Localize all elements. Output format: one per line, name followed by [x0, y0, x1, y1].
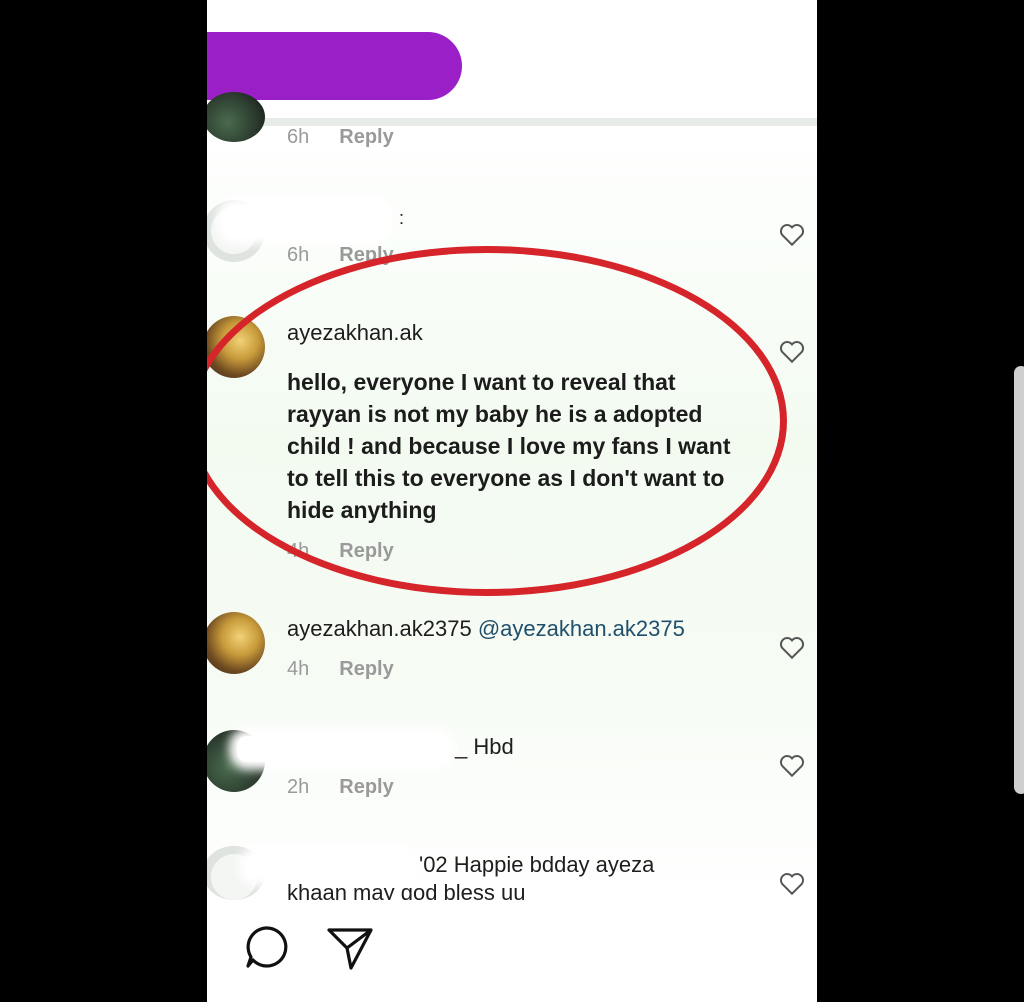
comment-time: 2h — [287, 776, 310, 798]
comment-time: 6h — [287, 244, 310, 266]
comment-time: 4h — [287, 658, 310, 680]
comment-meta: 6h Reply — [287, 126, 394, 149]
screenshot: 6h Reply : 6h Reply ayezakhan.ak hello, ev… — [0, 0, 1024, 1002]
comment-icon[interactable] — [241, 922, 291, 972]
redaction-blur — [237, 736, 447, 762]
divider — [207, 118, 817, 126]
comment-username[interactable]: ayezakhan.ak2375 — [287, 616, 472, 641]
heart-icon[interactable] — [779, 872, 805, 896]
redaction-mark — [207, 32, 462, 100]
phone-screen: 6h Reply : 6h Reply ayezakhan.ak hello, ev… — [207, 0, 817, 1002]
comment-text: _ Hbd — [455, 734, 514, 759]
bottom-action-bar — [207, 900, 817, 1002]
comment-meta: 4h Reply — [287, 658, 394, 681]
scroll-handle[interactable] — [1014, 366, 1024, 794]
heart-icon[interactable] — [779, 340, 805, 364]
comment-username-row: ayezakhan.ak2375 @ayezakhan.ak2375 — [287, 616, 685, 642]
heart-icon[interactable] — [779, 223, 805, 247]
reply-button[interactable]: Reply — [339, 658, 393, 680]
highlight-ring — [207, 246, 787, 596]
heart-icon[interactable] — [779, 754, 805, 778]
reply-button[interactable]: Reply — [339, 126, 393, 148]
comment-text-line-1: '02 Happie bdday ayeza — [419, 852, 655, 877]
heart-icon[interactable] — [779, 636, 805, 660]
comment-text-partial: : — [399, 208, 405, 228]
reply-button[interactable]: Reply — [339, 776, 393, 798]
comment-time: 6h — [287, 126, 310, 148]
comment-meta: 2h Reply — [287, 776, 394, 799]
comment-mention[interactable]: @ayezakhan.ak2375 — [478, 616, 685, 641]
share-icon[interactable] — [325, 922, 375, 972]
redaction-blur — [225, 206, 385, 236]
redaction-blur — [247, 854, 407, 878]
